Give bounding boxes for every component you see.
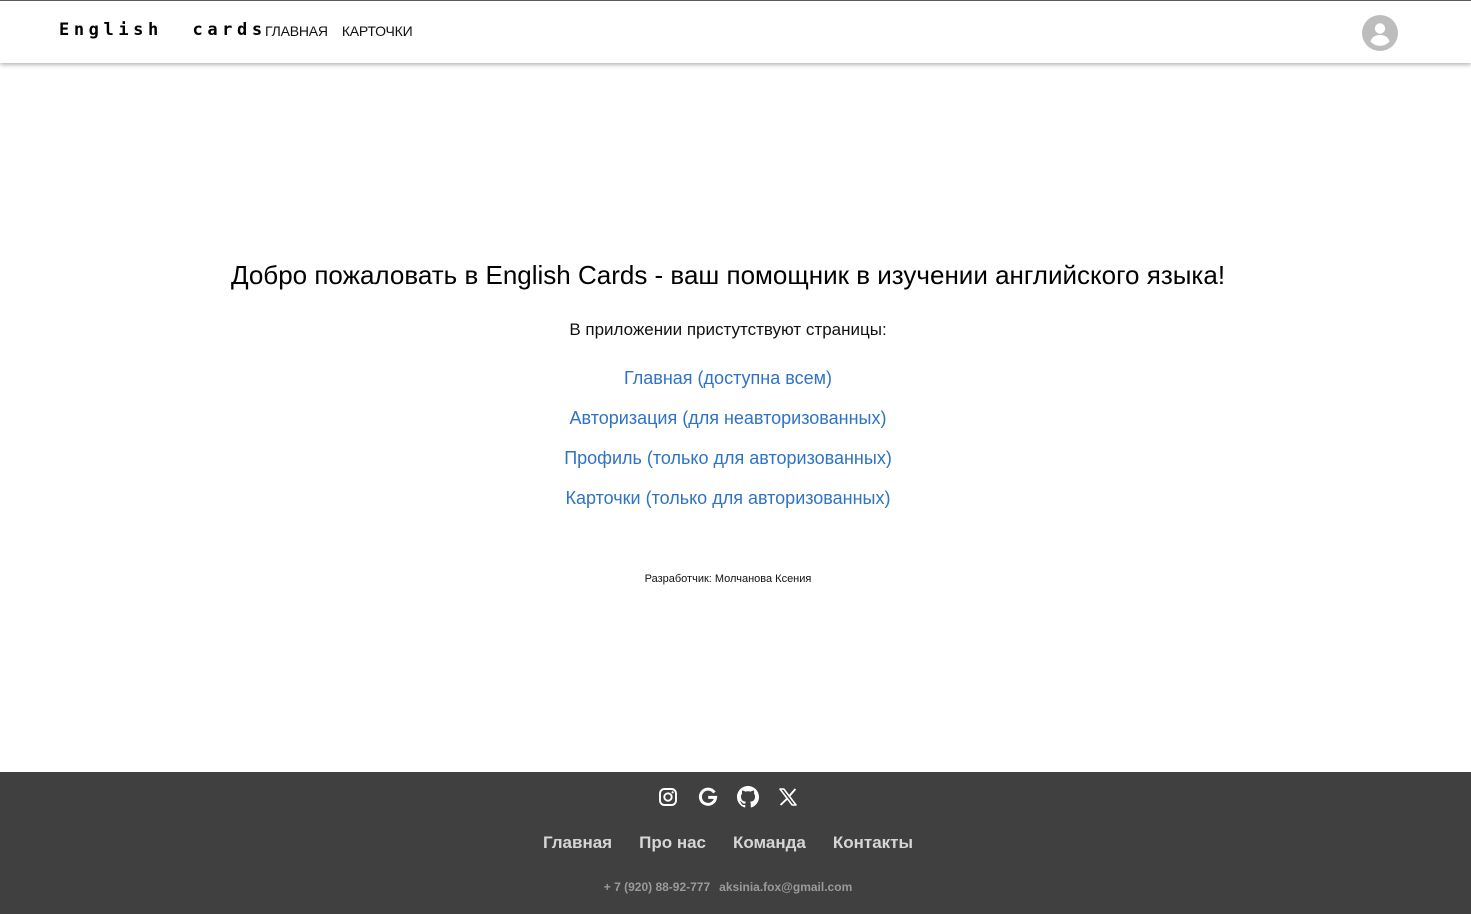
page-link-auth[interactable]: Авторизация (для неавторизованных) (570, 408, 887, 428)
x-twitter-icon[interactable] (776, 785, 800, 809)
top-navigation-bar: English cards Главная Карточки (0, 0, 1471, 63)
footer-link-home[interactable]: Главная (543, 833, 612, 853)
main-content: Добро пожаловать в English Cards - ваш п… (0, 63, 1471, 772)
account-circle-icon[interactable] (1362, 15, 1398, 51)
footer-link-contacts[interactable]: Контакты (833, 833, 913, 853)
app-logo[interactable]: English cards (59, 20, 267, 40)
developer-credit: Разработчик: Молчанова Ксения (644, 573, 812, 585)
pages-intro-text: В приложении пристутствуют страницы: (569, 320, 887, 339)
main-nav: Главная Карточки (265, 23, 413, 39)
page-link-cards[interactable]: Карточки (только для авторизованных) (566, 488, 891, 508)
nav-link-cards[interactable]: Карточки (342, 23, 413, 39)
contact-email: aksinia.fox@gmail.com (719, 880, 853, 894)
instagram-icon[interactable] (656, 785, 680, 809)
footer: Главная Про нас Команда Контакты + 7 (92… (0, 772, 1471, 914)
footer-contacts: + 7 (920) 88-92-777 aksinia.fox@gmail.co… (0, 880, 1471, 894)
welcome-heading: Добро пожаловать в English Cards - ваш п… (230, 260, 1226, 290)
page-links-list: Главная (доступна всем) Авторизация (для… (0, 368, 1456, 528)
page-link-home[interactable]: Главная (доступна всем) (624, 368, 832, 388)
list-item: Карточки (только для авторизованных) (0, 488, 1456, 528)
list-item: Главная (доступна всем) (0, 368, 1456, 408)
list-item: Профиль (только для авторизованных) (0, 448, 1456, 488)
list-item: Авторизация (для неавторизованных) (0, 408, 1456, 448)
footer-link-about[interactable]: Про нас (639, 833, 706, 853)
page-link-profile[interactable]: Профиль (только для авторизованных) (564, 448, 892, 468)
contact-phone: + 7 (920) 88-92-777 (603, 880, 711, 894)
github-icon[interactable] (736, 785, 760, 809)
page: English cards Главная Карточки Добро пож… (0, 0, 1471, 914)
footer-links: Главная Про нас Команда Контакты (0, 833, 1471, 853)
google-icon[interactable] (696, 785, 720, 809)
nav-link-home[interactable]: Главная (265, 23, 328, 39)
footer-link-team[interactable]: Команда (733, 833, 806, 853)
social-links (0, 785, 1471, 809)
